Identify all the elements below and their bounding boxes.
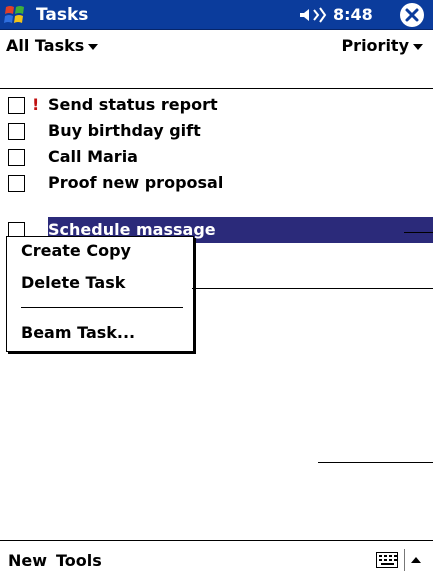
priority-marker: ! — [32, 95, 40, 114]
task-row[interactable]: Proof new proposal — [0, 170, 433, 196]
task-row[interactable]: Call Maria — [0, 144, 433, 170]
title-bar: Tasks 8:48 — [0, 0, 433, 30]
task-name[interactable]: Proof new proposal — [48, 173, 223, 192]
callout-line — [192, 288, 433, 289]
chevron-down-icon — [413, 43, 423, 50]
callout-line — [404, 232, 433, 233]
keyboard-icon[interactable] — [376, 552, 398, 568]
task-row[interactable]: Buy birthday gift — [0, 118, 433, 144]
task-name[interactable]: Send status report — [48, 95, 218, 114]
command-bar: New Tools — [0, 540, 433, 580]
category-filter-label: All Tasks — [6, 36, 85, 55]
app-title: Tasks — [36, 5, 89, 25]
category-filter-dropdown[interactable]: All Tasks — [6, 36, 99, 55]
task-name[interactable]: Buy birthday gift — [48, 121, 201, 140]
tasks-screen: Tasks 8:48 All Tasks Priority ! Send sta… — [0, 0, 433, 580]
close-icon — [405, 8, 419, 22]
callout-line — [318, 462, 433, 463]
chevron-down-icon — [88, 43, 99, 50]
task-checkbox[interactable] — [8, 175, 25, 192]
task-checkbox[interactable] — [8, 123, 25, 140]
menu-item-delete-task[interactable]: Delete Task — [21, 273, 125, 292]
task-checkbox[interactable] — [8, 149, 25, 166]
context-menu: Create Copy Delete Task Beam Task... — [6, 236, 194, 352]
task-row[interactable]: ! Send status report — [0, 92, 433, 118]
menu-separator — [21, 307, 183, 308]
tools-menu-button[interactable]: Tools — [56, 551, 102, 570]
divider — [0, 88, 433, 89]
filter-bar: All Tasks Priority — [0, 30, 433, 89]
close-button[interactable] — [400, 3, 424, 27]
speaker-volume-icon[interactable] — [298, 6, 328, 24]
input-panel-arrow-up-icon[interactable] — [404, 549, 426, 571]
task-name[interactable]: Call Maria — [48, 147, 138, 166]
sort-dropdown[interactable]: Priority — [341, 36, 423, 55]
start-menu-windows-flag-icon[interactable] — [2, 2, 30, 28]
sort-label: Priority — [341, 36, 409, 55]
menu-item-beam-task[interactable]: Beam Task... — [21, 323, 135, 342]
menu-item-create-copy[interactable]: Create Copy — [21, 241, 131, 260]
clock[interactable]: 8:48 — [333, 5, 373, 24]
task-checkbox[interactable] — [8, 97, 25, 114]
new-button[interactable]: New — [8, 551, 47, 570]
